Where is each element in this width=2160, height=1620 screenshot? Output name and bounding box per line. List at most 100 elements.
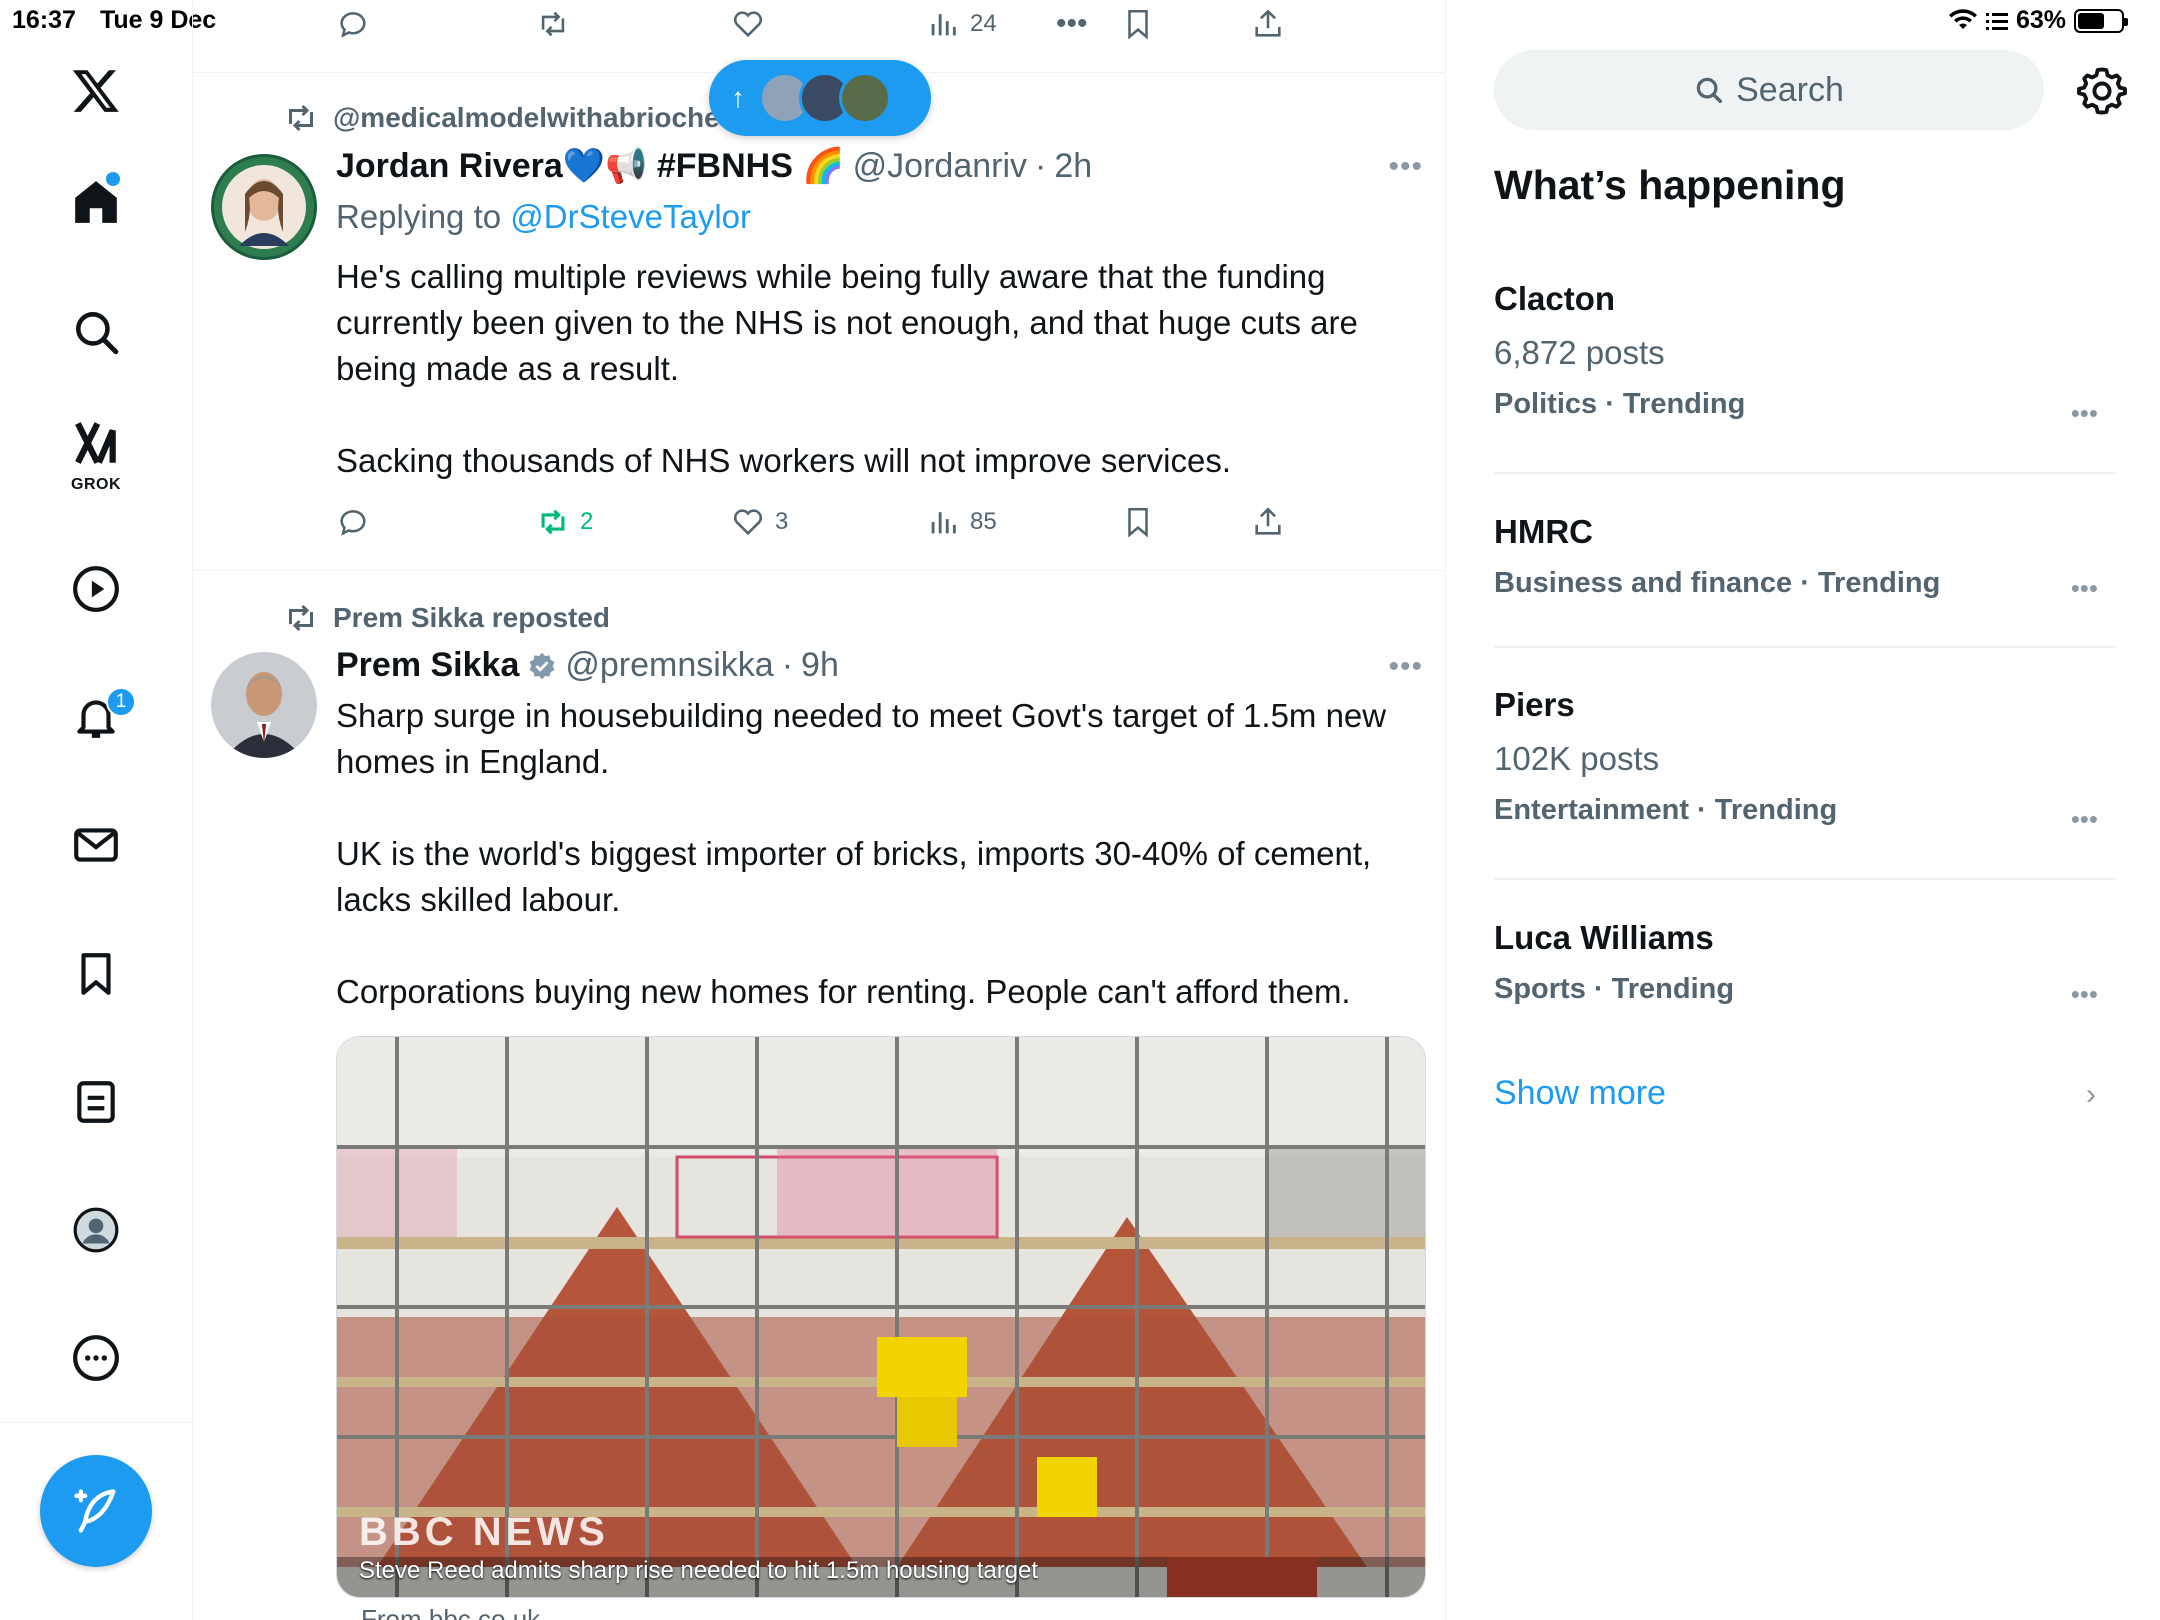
profile-icon[interactable] [54, 1188, 138, 1272]
bookmark-icon [1128, 507, 1148, 538]
author-handle[interactable]: @premnsikka [565, 646, 773, 685]
replying-to-link[interactable]: @DrSteveTaylor [510, 198, 751, 235]
messages-icon[interactable] [54, 803, 138, 887]
home-unread-dot [106, 172, 120, 186]
trend-more-button[interactable]: ••• [2071, 979, 2098, 1010]
trend-item[interactable]: Luca Williams Sports · Trending ••• [1494, 919, 2116, 1009]
compose-post-button[interactable] [40, 1455, 152, 1567]
timeline: 24 ••• @medicalmodelwithabrioche reposte… [193, 0, 1446, 1620]
tweet-header: Jordan Rivera💙📢 #FBNHS 🌈 @Jordanriv · 2h [336, 146, 1092, 186]
dot-separator: · [781, 646, 794, 684]
link-source[interactable]: From bbc.co.uk [361, 1604, 540, 1620]
author-name[interactable]: Prem Sikka [336, 646, 519, 685]
notifications-badge: 1 [106, 687, 136, 717]
trend-name: Clacton [1494, 280, 1616, 317]
avatar[interactable] [211, 652, 317, 758]
search-icon [1696, 77, 1723, 103]
repost-indicator: Prem Sikka reposted [283, 600, 610, 636]
trend-more-button[interactable]: ••• [2071, 573, 2098, 604]
more-actions-button[interactable]: ••• [1056, 7, 1088, 41]
new-posts-pill[interactable]: ↑ [709, 60, 931, 136]
left-navigation: GROK 1 [0, 0, 193, 1620]
pill-avatar [839, 72, 891, 124]
views-button[interactable]: 24 [926, 7, 997, 41]
x-logo-icon[interactable] [54, 48, 138, 132]
trend-item[interactable]: Piers 102K posts Entertainment · Trendin… [1494, 686, 2116, 834]
settings-gear-icon[interactable] [2076, 64, 2128, 116]
avatar[interactable] [211, 154, 317, 260]
trend-meta: Sports · Trending [1494, 973, 1735, 1005]
search-icon[interactable] [54, 290, 138, 374]
trend-more-button[interactable]: ••• [2071, 398, 2098, 429]
lists-icon[interactable] [54, 1060, 138, 1144]
search-input[interactable]: Search [1494, 50, 2044, 130]
arrow-up-icon: ↑ [731, 82, 745, 113]
like-count: 3 [775, 508, 789, 535]
more-icon[interactable] [54, 1316, 138, 1400]
reply-button[interactable] [336, 7, 370, 41]
repost-button[interactable] [536, 7, 570, 41]
repost-icon [289, 604, 313, 632]
whats-happening-title: What’s happening [1494, 162, 1846, 208]
show-more-link[interactable]: Show more [1494, 1074, 1666, 1113]
like-button[interactable] [731, 7, 765, 41]
tweet-text: Sharp surge in housebuilding needed to m… [336, 697, 1387, 1010]
reposted-by: Prem Sikka reposted [333, 602, 611, 633]
tweet-separator [193, 570, 1445, 571]
home-icon[interactable] [54, 160, 138, 244]
dot-separator: · [1035, 146, 1047, 185]
repost-icon [541, 509, 565, 535]
tweet-text: He's calling multiple reviews while bein… [336, 258, 1358, 479]
trend-name: Piers [1494, 686, 1575, 723]
reply-button[interactable] [336, 505, 370, 539]
right-sidebar: Search What’s happening Clacton 6,872 po… [1446, 0, 2160, 1620]
repost-button[interactable]: 2 [536, 505, 593, 539]
trend-name: HMRC [1494, 513, 1593, 550]
media-brand: BBC NEWS [359, 1510, 609, 1554]
video-icon[interactable] [54, 547, 138, 631]
author-name[interactable]: Jordan Rivera💙📢 #FBNHS 🌈 [336, 146, 845, 186]
trend-count: 6,872 posts [1494, 334, 1665, 371]
tweet-actions-previous: 24 ••• [336, 4, 1336, 44]
bookmark-button[interactable] [1121, 505, 1155, 539]
chevron-right-icon: › [2086, 1078, 2096, 1111]
views-count: 85 [970, 508, 997, 535]
trend-item[interactable]: Clacton 6,872 posts Politics · Trending … [1494, 280, 2116, 428]
trend-separator [1494, 878, 2116, 880]
heart-icon [733, 509, 763, 536]
bookmark-button[interactable] [1121, 7, 1155, 41]
repost-icon [541, 11, 565, 37]
post-time[interactable]: 9h [801, 646, 839, 685]
views-chart-icon [931, 512, 956, 534]
views-button[interactable]: 85 [926, 505, 997, 539]
share-icon [1255, 9, 1281, 37]
tweet-header: Prem Sikka @premnsikka · 9h [336, 646, 839, 685]
views-count: 24 [970, 10, 997, 37]
tweet-more-button[interactable]: ••• [1388, 650, 1423, 684]
link-card-image[interactable]: BBC NEWS Steve Reed admits sharp rise ne… [336, 1036, 1426, 1598]
trend-item[interactable]: HMRC Business and finance · Trending ••• [1494, 513, 2116, 603]
trend-separator [1494, 472, 2116, 474]
nav-divider [0, 1422, 193, 1423]
media-caption: Steve Reed admits sharp rise needed to h… [359, 1557, 1039, 1584]
tweet-more-button[interactable]: ••• [1388, 150, 1423, 184]
like-button[interactable]: 3 [731, 505, 788, 539]
verified-badge-icon [529, 652, 555, 679]
replying-label: Replying to [336, 198, 502, 235]
repost-icon [289, 104, 313, 132]
trend-name: Luca Williams [1494, 919, 1714, 956]
bookmark-icon [1128, 9, 1148, 40]
post-time[interactable]: 2h [1054, 147, 1092, 186]
tweet-actions: 2 3 85 [336, 502, 1336, 542]
replying-to: Replying to @DrSteveTaylor [336, 198, 751, 236]
trend-meta: Entertainment · Trending [1494, 794, 1838, 826]
share-button[interactable] [1251, 505, 1285, 539]
author-handle[interactable]: @Jordanriv [853, 147, 1027, 186]
share-button[interactable] [1251, 7, 1285, 41]
bookmarks-icon[interactable] [54, 932, 138, 1016]
trend-count: 102K posts [1494, 740, 1660, 777]
grok-label: GROK [71, 476, 121, 493]
share-icon [1255, 507, 1281, 535]
grok-icon[interactable] [54, 410, 138, 476]
trend-more-button[interactable]: ••• [2071, 804, 2098, 835]
